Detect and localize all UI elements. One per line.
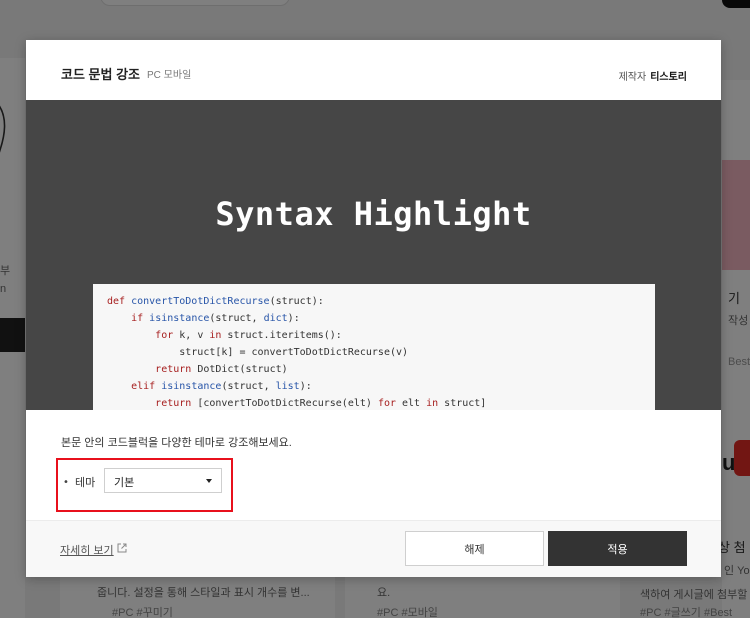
- settings-panel: 본문 안의 코드블럭을 다양한 테마로 강조해보세요. • 테마 기본: [26, 410, 721, 520]
- code-line-5: return DotDict(struct): [155, 364, 288, 375]
- plugin-modal: 코드 문법 강조 PC 모바일 제작자 티스토리 Syntax Highlight…: [26, 40, 721, 577]
- maker-label: 제작자: [618, 72, 647, 83]
- modal-header: 코드 문법 강조 PC 모바일 제작자 티스토리: [26, 40, 721, 100]
- modal-footer: 자세히 보기 해제 적용: [26, 520, 721, 577]
- chevron-down-icon: [206, 479, 212, 483]
- code-sample: def convertToDotDictRecurse(struct): if …: [93, 284, 655, 410]
- modal-title: 코드 문법 강조: [61, 67, 140, 82]
- code-line-4: struct[k] = convertToDotDictRecurse(v): [107, 347, 409, 358]
- code-line-7: return [convertToDotDictRecurse(elt) for…: [155, 398, 487, 409]
- platform-label: PC 모바일: [147, 70, 192, 81]
- more-info-link[interactable]: 자세히 보기: [60, 542, 114, 558]
- code-line-6: elif isinstance(struct, list):: [131, 381, 312, 392]
- plugin-description: 본문 안의 코드블럭을 다양한 테마로 강조해보세요.: [61, 437, 292, 449]
- cancel-button[interactable]: 해제: [405, 531, 544, 566]
- maker-name: 티스토리: [650, 72, 687, 83]
- theme-label: 테마: [75, 477, 96, 489]
- maker-info: 제작자 티스토리: [619, 68, 687, 83]
- theme-select-value: 기본: [114, 477, 135, 489]
- preview-title: Syntax Highlight: [215, 195, 532, 233]
- external-link-icon: [117, 543, 127, 553]
- code-line-3: for k, v in struct.iteritems():: [155, 330, 342, 341]
- code-line-2: if isinstance(struct, dict):: [131, 313, 300, 324]
- preview-banner: Syntax Highlight def convertToDotDictRec…: [26, 100, 721, 410]
- apply-button[interactable]: 적용: [548, 531, 687, 566]
- bullet-icon: •: [63, 477, 69, 488]
- theme-select[interactable]: 기본: [104, 468, 222, 493]
- code-line-1: def convertToDotDictRecurse(struct):: [107, 296, 324, 307]
